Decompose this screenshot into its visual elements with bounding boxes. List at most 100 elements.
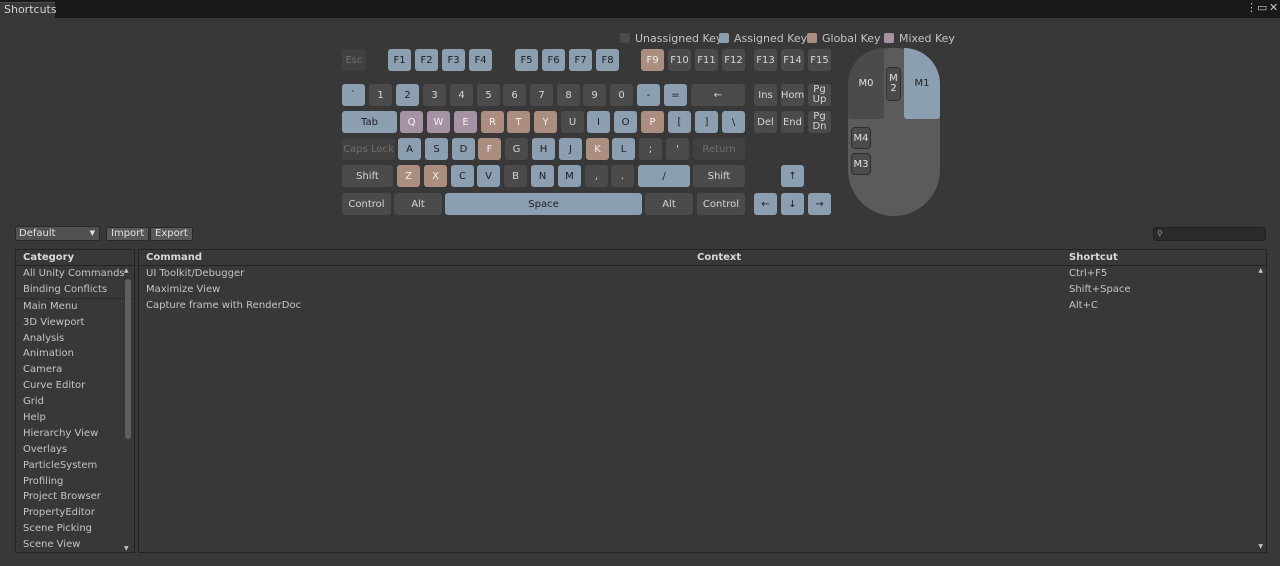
key-u[interactable]: U — [561, 111, 584, 133]
category-item[interactable]: Help — [16, 410, 134, 426]
key-backslash[interactable]: \ — [722, 111, 745, 133]
key-f10[interactable]: F10 — [668, 49, 691, 71]
column-header-command[interactable]: Command — [146, 250, 202, 265]
category-item[interactable]: Scene View — [16, 537, 134, 552]
scroll-up-arrow-icon[interactable]: ▲ — [124, 267, 129, 274]
key-end[interactable]: End — [781, 111, 804, 133]
key-f11[interactable]: F11 — [695, 49, 718, 71]
key-4[interactable]: 4 — [450, 84, 473, 106]
key-lbracket[interactable]: [ — [668, 111, 691, 133]
key-6[interactable]: 6 — [503, 84, 526, 106]
category-item[interactable]: Analysis — [16, 331, 134, 347]
key-f12[interactable]: F12 — [722, 49, 745, 71]
key-n[interactable]: N — [531, 165, 554, 187]
key-f1[interactable]: F1 — [388, 49, 411, 71]
key-arrow-down[interactable]: ↓ — [781, 193, 804, 215]
table-row[interactable]: UI Toolkit/Debugger Ctrl+F5 — [139, 266, 1266, 282]
key-i[interactable]: I — [587, 111, 610, 133]
key-right-alt[interactable]: Alt — [645, 193, 693, 215]
key-5[interactable]: 5 — [477, 84, 500, 106]
key-left-alt[interactable]: Alt — [394, 193, 442, 215]
key-e[interactable]: E — [454, 111, 477, 133]
maximize-icon[interactable]: ▭ — [1257, 1, 1267, 15]
category-item[interactable]: Grid — [16, 394, 134, 410]
key-f3[interactable]: F3 — [442, 49, 465, 71]
key-left-shift[interactable]: Shift — [342, 165, 393, 187]
scroll-down-arrow-icon[interactable]: ▼ — [124, 545, 129, 552]
key-k[interactable]: K — [586, 138, 609, 160]
key-semicolon[interactable]: ; — [639, 138, 662, 160]
key-z[interactable]: Z — [397, 165, 420, 187]
category-item[interactable]: Main Menu — [16, 299, 134, 315]
key-comma[interactable]: , — [585, 165, 608, 187]
mouse-button-m3[interactable]: M3 — [851, 153, 871, 175]
key-f8[interactable]: F8 — [596, 49, 619, 71]
key-tab[interactable]: Tab — [342, 111, 397, 133]
mouse-button-m4[interactable]: M4 — [851, 127, 871, 149]
key-m[interactable]: M — [558, 165, 581, 187]
key-f15[interactable]: F15 — [808, 49, 831, 71]
category-item[interactable]: Profiling — [16, 474, 134, 490]
key-return[interactable]: Return — [693, 138, 745, 160]
table-row[interactable]: Capture frame with RenderDoc Alt+C — [139, 298, 1266, 314]
key-right-shift[interactable]: Shift — [693, 165, 745, 187]
export-button[interactable]: Export — [150, 227, 193, 241]
key-b[interactable]: B — [504, 165, 527, 187]
key-f2[interactable]: F2 — [415, 49, 438, 71]
key-arrow-up[interactable]: ↑ — [781, 165, 804, 187]
key-1[interactable]: 1 — [369, 84, 392, 106]
tab-shortcuts[interactable]: Shortcuts — [0, 2, 57, 18]
key-f6[interactable]: F6 — [542, 49, 565, 71]
category-item[interactable]: Project Browser — [16, 489, 134, 505]
key-quote[interactable]: ' — [666, 138, 689, 160]
key-0[interactable]: 0 — [610, 84, 633, 106]
key-r[interactable]: R — [481, 111, 504, 133]
category-item[interactable]: 3D Viewport — [16, 315, 134, 331]
key-9[interactable]: 9 — [583, 84, 606, 106]
key-arrow-right[interactable]: → — [808, 193, 831, 215]
key-page-down[interactable]: Pg Dn — [808, 111, 831, 133]
key-slash[interactable]: / — [638, 165, 690, 187]
key-space[interactable]: Space — [445, 193, 642, 215]
category-item[interactable]: Camera — [16, 362, 134, 378]
table-row[interactable]: Maximize View Shift+Space — [139, 282, 1266, 298]
key-8[interactable]: 8 — [557, 84, 580, 106]
key-delete[interactable]: Del — [754, 111, 777, 133]
key-home[interactable]: Hom — [781, 84, 804, 106]
key-rbracket[interactable]: ] — [695, 111, 718, 133]
category-item[interactable]: Scene Picking — [16, 521, 134, 537]
mouse-button-m2[interactable]: M 2 — [886, 67, 901, 101]
key-q[interactable]: Q — [400, 111, 423, 133]
key-period[interactable]: . — [611, 165, 634, 187]
search-input[interactable]: ⚲ — [1153, 227, 1266, 241]
key-minus[interactable]: - — [637, 84, 660, 106]
category-item[interactable]: PropertyEditor — [16, 505, 134, 521]
category-item[interactable]: Animation — [16, 346, 134, 362]
scroll-up-arrow-icon[interactable]: ▲ — [1258, 267, 1263, 274]
key-f4[interactable]: F4 — [469, 49, 492, 71]
key-o[interactable]: O — [614, 111, 637, 133]
column-header-shortcut[interactable]: Shortcut — [1069, 250, 1118, 265]
key-g[interactable]: G — [505, 138, 528, 160]
key-7[interactable]: 7 — [530, 84, 553, 106]
key-page-up[interactable]: Pg Up — [808, 84, 831, 106]
key-w[interactable]: W — [427, 111, 450, 133]
key-arrow-left[interactable]: ← — [754, 193, 777, 215]
key-t[interactable]: T — [507, 111, 530, 133]
scroll-down-arrow-icon[interactable]: ▼ — [1258, 543, 1263, 550]
key-2[interactable]: 2 — [396, 84, 419, 106]
scrollbar-thumb[interactable] — [125, 279, 131, 439]
category-scrollbar[interactable]: ▲ ▼ — [124, 267, 132, 552]
key-backtick[interactable]: ` — [342, 84, 365, 106]
key-esc[interactable]: Esc — [342, 49, 366, 71]
key-v[interactable]: V — [477, 165, 500, 187]
key-c[interactable]: C — [451, 165, 474, 187]
key-left-control[interactable]: Control — [342, 193, 391, 215]
key-f5[interactable]: F5 — [515, 49, 538, 71]
key-backspace[interactable]: ← — [691, 84, 745, 106]
profile-dropdown[interactable]: Default ▼ — [15, 226, 100, 241]
import-button[interactable]: Import — [106, 227, 150, 241]
key-f9[interactable]: F9 — [641, 49, 664, 71]
key-h[interactable]: H — [532, 138, 555, 160]
key-insert[interactable]: Ins — [754, 84, 777, 106]
